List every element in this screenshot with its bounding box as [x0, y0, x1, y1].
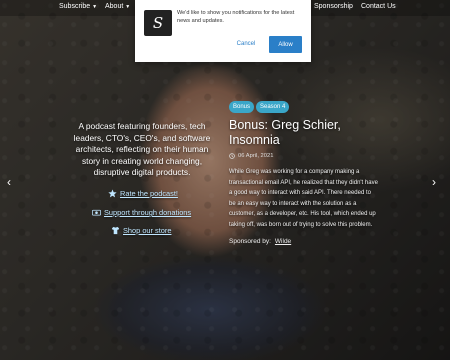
- nav-about[interactable]: About ▼: [105, 3, 130, 10]
- donations-label: Support through donations: [104, 208, 192, 217]
- episode-date: 06 April, 2021: [229, 153, 273, 159]
- nav-contact-label: Contact Us: [361, 3, 396, 10]
- shop-store-label: Shop our store: [123, 226, 172, 235]
- notification-message: We'd like to show you notifications for …: [177, 10, 295, 24]
- nav-subscribe-label: Subscribe: [59, 3, 91, 10]
- nav-sponsorship-label: Sponsorship: [314, 3, 353, 10]
- chevron-right-icon[interactable]: ›: [432, 175, 436, 189]
- episode-description: While Greg was working for a company mak…: [229, 169, 378, 228]
- rate-podcast-link[interactable]: Rate the podcast!: [108, 189, 178, 198]
- tshirt-icon: [111, 226, 120, 235]
- nav-contact-us[interactable]: Contact Us: [361, 3, 396, 10]
- tag-bonus[interactable]: Bonus: [229, 101, 255, 113]
- money-icon: [92, 209, 101, 216]
- site-logo: S: [144, 10, 172, 36]
- nav-subscribe[interactable]: Subscribe ▼: [59, 3, 97, 10]
- donations-link[interactable]: Support through donations: [92, 208, 191, 217]
- episode-title[interactable]: Bonus: Greg Schier, Insomnia: [229, 118, 379, 148]
- site-logo-letter: S: [152, 14, 164, 32]
- chevron-down-icon: ▼: [125, 4, 131, 10]
- chevron-down-icon: ▼: [92, 4, 98, 10]
- star-icon: [108, 189, 117, 198]
- episode-date-text: 06 April, 2021: [238, 153, 274, 159]
- rate-podcast-label: Rate the podcast!: [120, 189, 178, 198]
- clock-icon: [229, 153, 235, 159]
- nav-sponsorship[interactable]: Sponsorship: [314, 3, 353, 10]
- allow-button[interactable]: Allow: [269, 36, 302, 53]
- sponsor-link[interactable]: Wilde: [275, 238, 291, 245]
- cancel-button[interactable]: Cancel: [232, 36, 260, 52]
- sponsor-label: Sponsored by:: [229, 238, 271, 245]
- podcast-intro: A podcast featuring founders, tech leade…: [73, 121, 211, 177]
- shop-store-link[interactable]: Shop our store: [111, 226, 171, 235]
- tag-season-4[interactable]: Season 4: [256, 101, 290, 113]
- episode-sponsor: Sponsored by: Wilde: [229, 238, 291, 245]
- chevron-left-icon[interactable]: ‹: [7, 175, 11, 189]
- nav-about-label: About: [105, 3, 124, 10]
- notification-popup: S We'd like to show you notifications fo…: [135, 0, 311, 62]
